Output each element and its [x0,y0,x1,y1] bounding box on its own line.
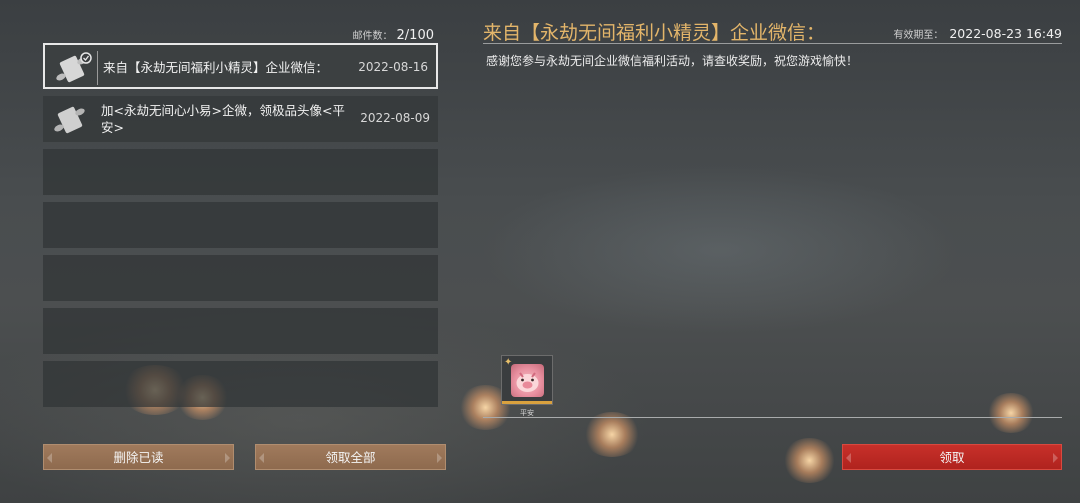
pig-face-icon [516,372,539,392]
empty-mail-slot [43,149,438,195]
mail-list: 来自【永劫无间福利小精灵】企业微信： 2022-08-16 加<永劫无间心小易>… [43,43,438,414]
expiry-label: 有效期至： [893,30,944,41]
mail-date: 2022-08-16 [358,60,428,74]
empty-mail-slot [43,202,438,248]
claim-all-button[interactable]: 领取全部 [255,444,446,470]
lantern-glow [582,412,642,457]
delete-read-button[interactable]: 删除已读 [43,444,234,470]
expiry-info: 有效期至： 2022-08-23 16:49 [893,26,1062,41]
reward-divider [483,417,1062,418]
lantern-glow [986,393,1036,433]
reward-item[interactable]: ✦ [501,355,553,405]
title-divider [483,43,1062,44]
lantern-glow [782,438,837,483]
mail-item-avatar[interactable]: 加<永劫无间心小易>企微，领极品头像<平安> 2022-08-09 [43,96,438,142]
mail-count: 邮件数： 2/100 [353,27,434,43]
icon-divider [97,51,98,85]
mail-date: 2022-08-09 [360,111,430,125]
mail-count-value: 2/100 [396,28,434,43]
empty-mail-slot [43,361,438,407]
mail-item-welfare[interactable]: 来自【永劫无间福利小精灵】企业微信： 2022-08-16 [43,43,438,89]
mail-detail-title: 来自【永劫无间福利小精灵】企业微信： [483,22,826,44]
mail-subject: 加<永劫无间心小易>企微，领极品头像<平安> [101,103,345,135]
empty-mail-slot [43,255,438,301]
expiry-value: 2022-08-23 16:49 [949,26,1062,41]
empty-mail-slot [43,308,438,354]
mail-body-text: 感谢您参与永劫无间企业微信福利活动，请查收奖励，祝您游戏愉快！ [486,54,859,68]
mail-count-label: 邮件数： [352,31,393,42]
claim-button[interactable]: 领取 [842,444,1062,470]
avatar-frame-icon [511,364,544,397]
scroll-letter-icon [56,52,92,83]
scroll-letter-icon [54,106,85,134]
mail-subject: 来自【永劫无间福利小精灵】企业微信： [103,60,329,75]
rarity-bar [502,401,552,404]
